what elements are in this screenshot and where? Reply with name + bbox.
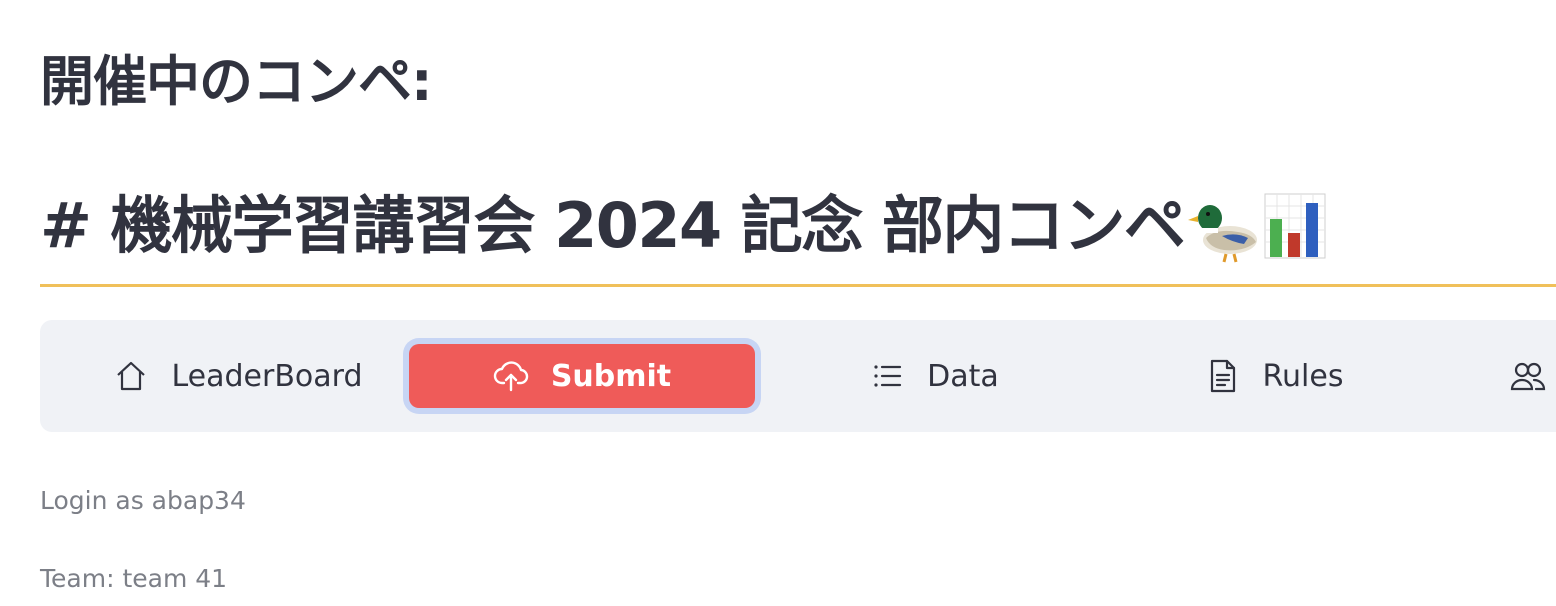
document-icon <box>1205 358 1241 394</box>
tab-data[interactable]: Data <box>852 344 1016 408</box>
tab-rules-label: Rules <box>1262 358 1344 394</box>
tab-data-label: Data <box>927 358 999 394</box>
cloud-upload-icon <box>493 358 529 394</box>
tab-submit[interactable]: Submit <box>409 344 755 408</box>
home-icon <box>113 358 149 394</box>
tab-team[interactable] <box>1510 344 1556 408</box>
section-subheader: 開催中のコンペ: <box>40 50 433 113</box>
tab-leaderboard[interactable]: LeaderBoard <box>112 344 364 408</box>
tab-submit-label: Submit <box>550 358 672 394</box>
tab-rules[interactable]: Rules <box>1200 344 1348 408</box>
team-status: Team: team 41 <box>40 564 228 593</box>
option-menu-nav: LeaderBoard Submit Data Rules <box>40 320 1556 432</box>
tab-leaderboard-label: LeaderBoard <box>171 358 363 394</box>
login-status: Login as abap34 <box>40 486 246 515</box>
title-divider <box>40 284 1556 287</box>
competition-title: # 機械学習講習会 2024 記念 部内コンペ <box>40 189 1186 262</box>
team-icon <box>1510 358 1546 394</box>
list-icon <box>869 358 905 394</box>
bar-chart-icon <box>1264 193 1326 259</box>
competition-title-row: # 機械学習講習会 2024 記念 部内コンペ <box>40 184 1326 268</box>
duck-icon <box>1186 188 1260 264</box>
